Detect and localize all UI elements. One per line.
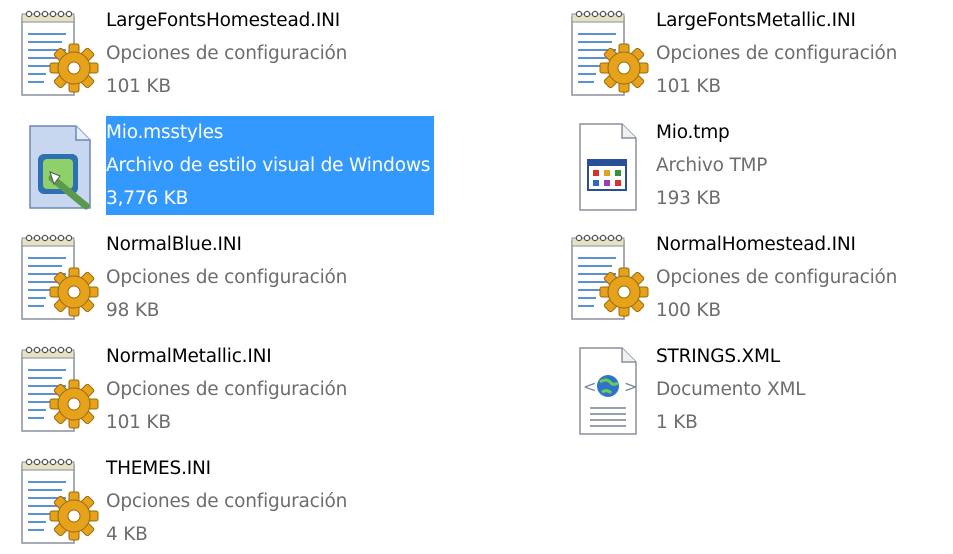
file-name: NormalMetallic.INI bbox=[106, 346, 272, 367]
file-size: 193 KB bbox=[656, 188, 721, 209]
file-details: LargeFontsHomestead.INI Opciones de confi… bbox=[106, 4, 347, 103]
file-name: NormalBlue.INI bbox=[106, 234, 242, 255]
svg-text:>: > bbox=[624, 377, 637, 396]
file-details: Mio.msstyles Archivo de estilo visual de … bbox=[106, 116, 435, 215]
file-name: LargeFontsHomestead.INI bbox=[106, 10, 340, 31]
file-size: 100 KB bbox=[656, 300, 721, 321]
ini-settings-icon bbox=[12, 340, 104, 442]
file-details: NormalBlue.INI Opciones de configuración 9… bbox=[106, 228, 347, 327]
file-size: 101 KB bbox=[656, 76, 721, 97]
file-type: Opciones de configuración bbox=[656, 267, 898, 288]
file-name: STRINGS.XML bbox=[656, 346, 780, 367]
ini-settings-icon bbox=[562, 228, 654, 330]
file-type: Archivo TMP bbox=[656, 155, 768, 176]
file-type: Opciones de configuración bbox=[656, 43, 898, 64]
file-size: 98 KB bbox=[106, 300, 160, 321]
ini-settings-icon bbox=[562, 4, 654, 106]
file-size: 3,776 KB bbox=[106, 188, 189, 209]
file-details: Mio.tmp Archivo TMP 193 KB bbox=[656, 116, 767, 215]
msstyles-icon bbox=[12, 116, 104, 218]
file-type: Opciones de configuración bbox=[106, 43, 348, 64]
xml-document-icon: < > bbox=[562, 340, 654, 442]
file-name: Mio.tmp bbox=[656, 122, 730, 143]
file-type: Opciones de configuración bbox=[106, 491, 348, 512]
file-type: Opciones de configuración bbox=[106, 379, 348, 400]
file-name: LargeFontsMetallic.INI bbox=[656, 10, 856, 31]
file-size: 4 KB bbox=[106, 524, 148, 545]
file-name: NormalHomestead.INI bbox=[656, 234, 856, 255]
tmp-file-icon bbox=[562, 116, 654, 218]
file-details: NormalMetallic.INI Opciones de configurac… bbox=[106, 340, 347, 439]
svg-text:<: < bbox=[583, 377, 596, 396]
file-size: 101 KB bbox=[106, 412, 171, 433]
ini-settings-icon bbox=[12, 4, 104, 106]
file-size: 1 KB bbox=[656, 412, 698, 433]
ini-settings-icon bbox=[12, 228, 104, 330]
file-size: 101 KB bbox=[106, 76, 171, 97]
file-details: LargeFontsMetallic.INI Opciones de config… bbox=[656, 4, 897, 103]
ini-settings-icon bbox=[12, 452, 104, 554]
file-details: NormalHomestead.INI Opciones de configura… bbox=[656, 228, 897, 327]
file-type: Opciones de configuración bbox=[106, 267, 348, 288]
file-name: Mio.msstyles bbox=[106, 122, 224, 143]
file-type: Archivo de estilo visual de Windows bbox=[106, 155, 431, 176]
file-details: STRINGS.XML Documento XML 1 KB bbox=[656, 340, 806, 439]
file-details: THEMES.INI Opciones de configuración 4 KB bbox=[106, 452, 347, 551]
file-name: THEMES.INI bbox=[106, 458, 211, 479]
file-type: Documento XML bbox=[656, 379, 806, 400]
